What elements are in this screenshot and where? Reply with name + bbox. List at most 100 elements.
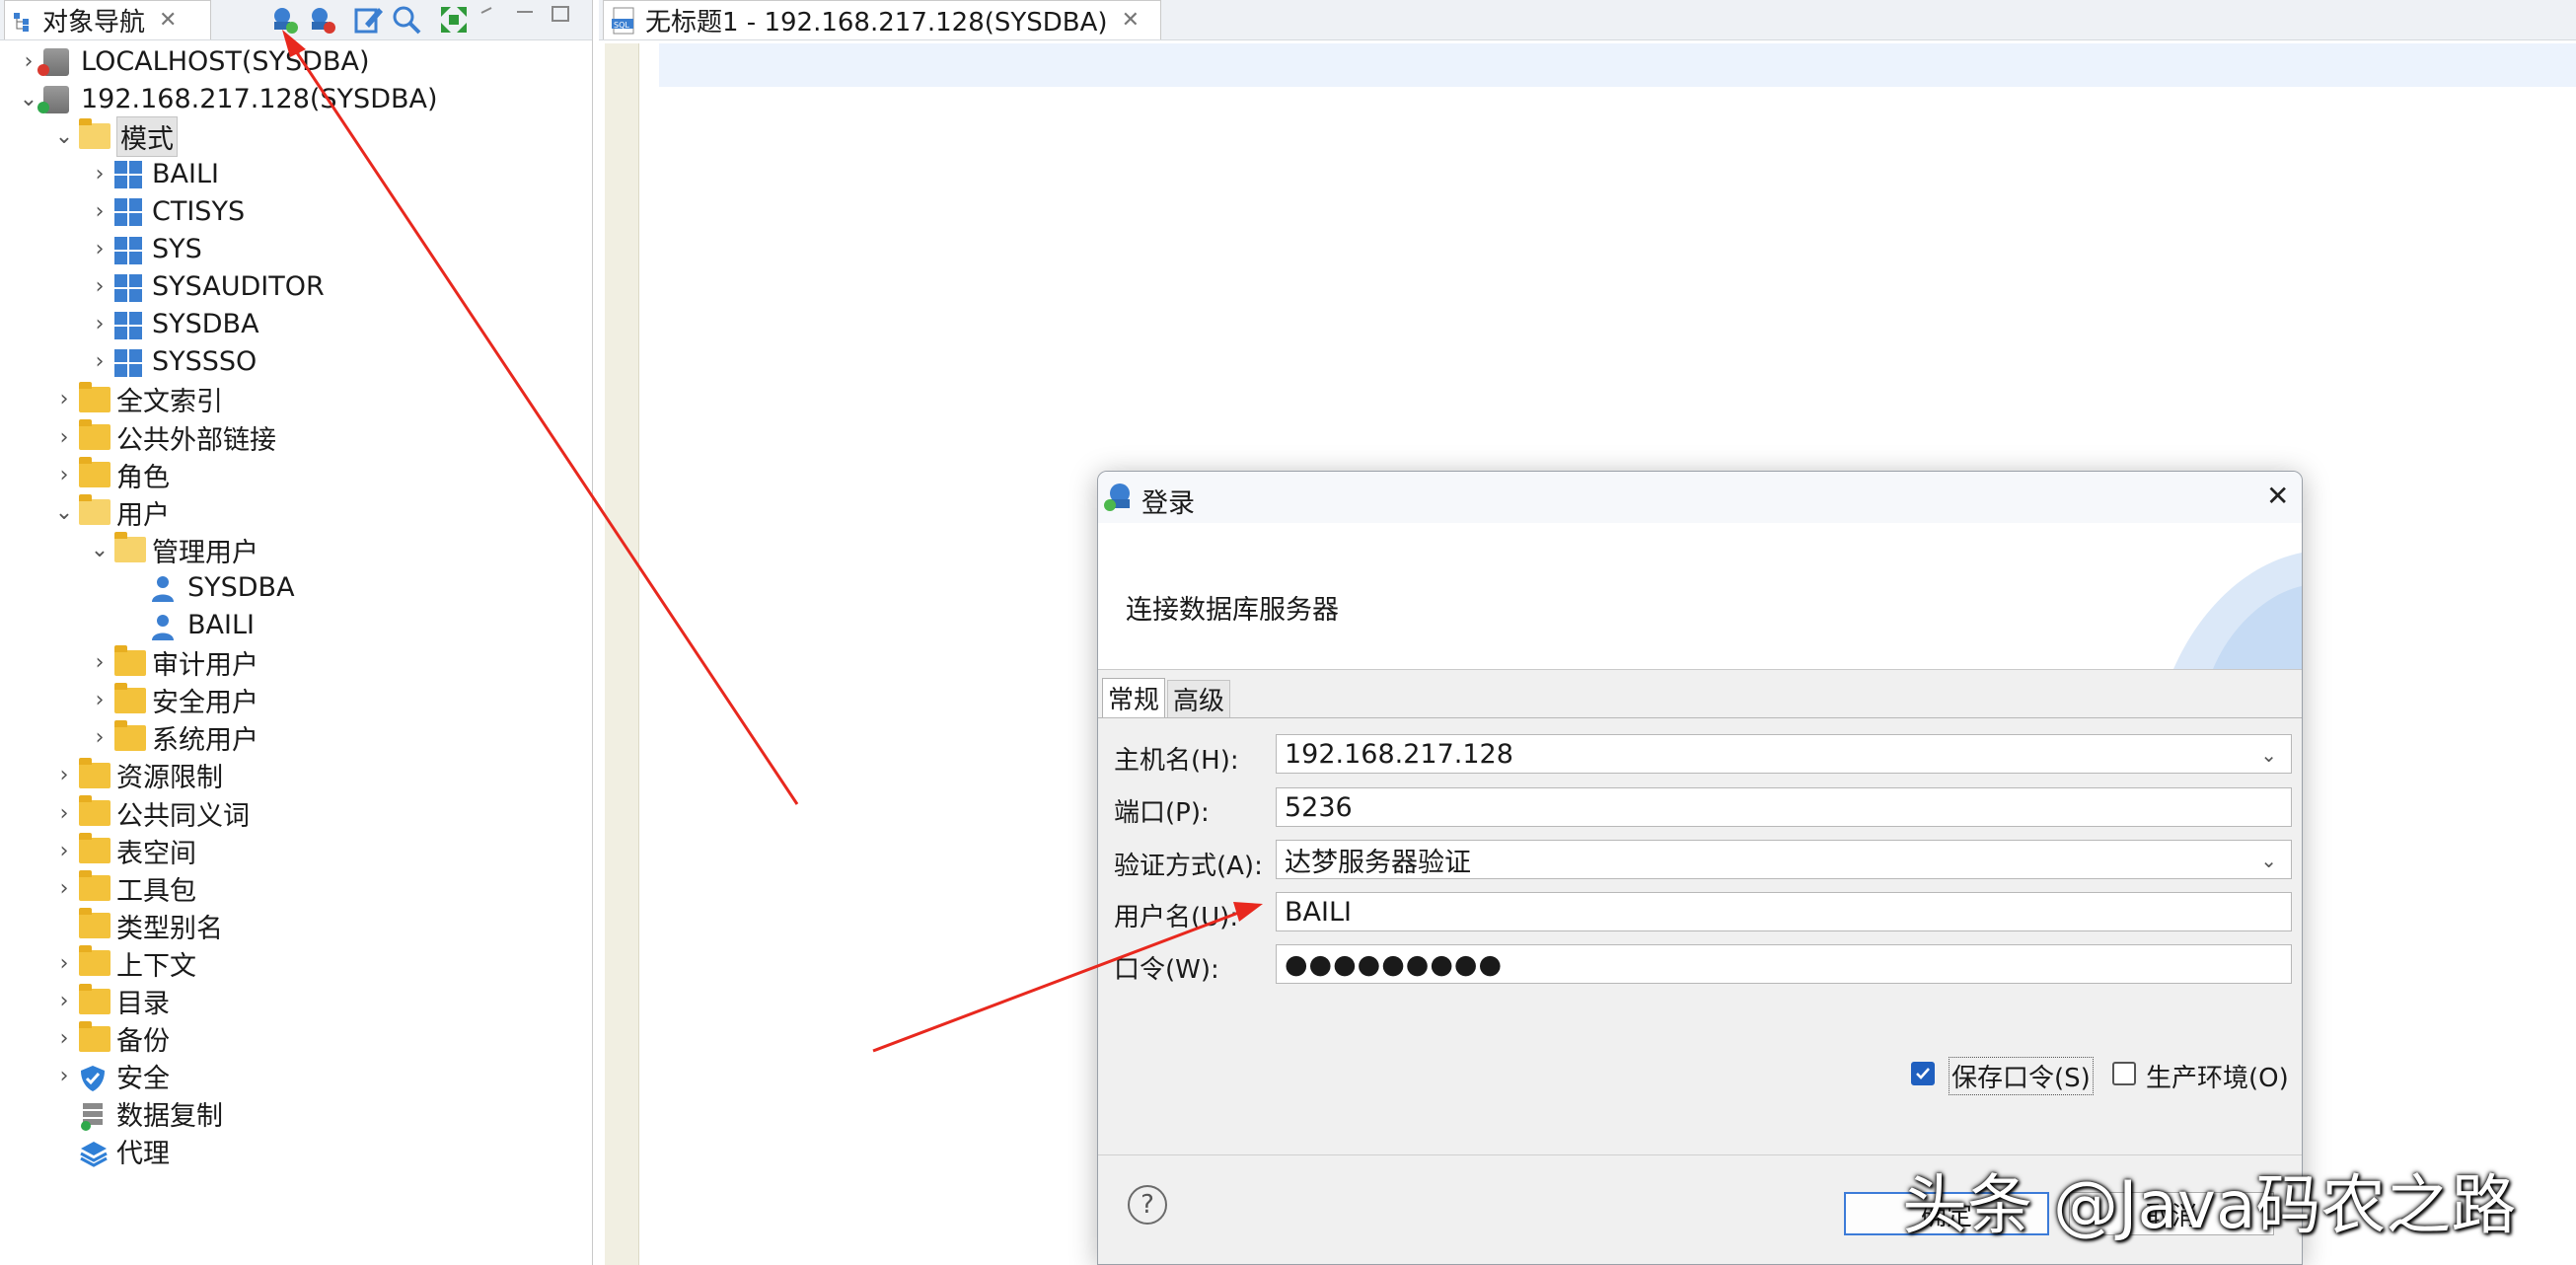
tree-node[interactable]: › 资源限制 [49, 757, 223, 793]
tree-node[interactable]: › SYSAUDITOR [85, 269, 325, 305]
banner-text: 连接数据库服务器 [1126, 595, 1339, 626]
production-env-checkbox[interactable] [2112, 1062, 2136, 1085]
tree-node-label: 安全用户 [152, 688, 258, 719]
dialog-title: 登录 [1141, 488, 1195, 519]
login-icon [1102, 480, 1136, 513]
tree-node[interactable]: › 公共同义词 [49, 795, 250, 832]
tree-node[interactable]: › 备份 [49, 1020, 170, 1058]
tree-node[interactable]: › BAILI [85, 156, 219, 191]
close-icon[interactable]: ✕ [159, 8, 177, 33]
tree-node[interactable]: › 表空间 [49, 833, 196, 869]
tree-node[interactable]: › 安全用户 [85, 682, 258, 719]
chevron-right-icon[interactable]: › [49, 763, 79, 787]
tree-node[interactable]: › LOCALHOST(SYSDBA) [14, 43, 370, 79]
sql-editor-text-area[interactable] [659, 43, 2576, 87]
chevron-right-icon[interactable]: › [49, 876, 79, 901]
chevron-down-icon[interactable]: ⌄ [49, 124, 79, 149]
help-button[interactable]: ? [1128, 1185, 1167, 1225]
tree-node[interactable]: › 上下文 [49, 945, 196, 982]
minimize-icon[interactable] [513, 4, 545, 36]
tree-node[interactable]: BAILI [120, 608, 255, 643]
chevron-right-icon[interactable]: › [49, 801, 79, 826]
chevron-right-icon[interactable]: › [49, 839, 79, 863]
login-dialog: 登录 ✕ 连接数据库服务器 常规 高级 主机名(H): 192.168.217.… [1097, 471, 2303, 1265]
object-navigator-panel: 对象导航 ✕ › LOCALHOST(SYSDBA) ⌄ 192.168.217.12… [0, 0, 593, 1265]
tree-node[interactable]: › 角色 [49, 457, 170, 493]
folder-open-icon [114, 532, 146, 563]
maximize-icon[interactable] [549, 4, 580, 36]
production-env-label[interactable]: 生产环境(O) [2146, 1058, 2289, 1094]
chevron-right-icon[interactable]: › [49, 425, 79, 450]
dialog-close-button[interactable]: ✕ [2266, 480, 2289, 512]
navigator-tab-label: 对象导航 [42, 8, 146, 37]
tree-node[interactable]: 数据复制 [49, 1096, 223, 1132]
tab-content-divider [1098, 717, 2302, 718]
tree-node-label: 备份 [116, 1026, 170, 1058]
disconnect-icon[interactable] [306, 4, 337, 36]
tree-node[interactable]: 类型别名 [49, 908, 223, 944]
tab-general[interactable]: 常规 [1102, 678, 1165, 717]
tab-advanced[interactable]: 高级 [1167, 680, 1230, 717]
close-icon[interactable]: ✕ [1122, 8, 1140, 33]
tree-node[interactable]: › 审计用户 [85, 644, 258, 681]
chevron-right-icon[interactable]: › [49, 989, 79, 1013]
tree-node[interactable]: › 全文索引 [49, 381, 223, 417]
tree-node[interactable]: › 目录 [49, 983, 170, 1019]
folder-icon [114, 719, 146, 751]
save-password-label[interactable]: 保存口令(S) [1949, 1057, 2094, 1095]
tree-node[interactable]: › 安全 [49, 1059, 170, 1094]
port-input[interactable]: 5236 [1276, 787, 2292, 827]
save-password-checkbox[interactable] [1911, 1062, 1935, 1085]
new-connection-icon[interactable] [268, 4, 300, 36]
chevron-right-icon[interactable]: › [85, 650, 114, 675]
chevron-right-icon[interactable]: › [49, 951, 79, 976]
chevron-right-icon[interactable]: › [85, 688, 114, 712]
tab-object-navigator[interactable]: 对象导航 ✕ [4, 0, 211, 39]
tree-node-label: 系统用户 [152, 725, 258, 757]
tree-node-label: 代理 [116, 1139, 170, 1170]
tree-node[interactable]: 代理 [49, 1134, 170, 1169]
host-value: 192.168.217.128 [1285, 738, 1513, 770]
expand-all-icon[interactable] [438, 4, 470, 36]
tree-node[interactable]: › 公共外部链接 [49, 419, 276, 456]
edit-icon[interactable] [353, 4, 385, 36]
host-combobox[interactable]: 192.168.217.128 ⌄ [1276, 734, 2292, 774]
username-input[interactable]: BAILI [1276, 892, 2292, 931]
chevron-down-icon[interactable]: ⌄ [2260, 743, 2277, 767]
tree-node[interactable]: › CTISYS [85, 193, 245, 229]
auth-method-combobox[interactable]: 达梦服务器验证 ⌄ [1276, 840, 2292, 879]
chevron-right-icon[interactable]: › [85, 237, 114, 261]
chevron-down-icon[interactable]: ⌄ [85, 538, 114, 562]
chevron-right-icon[interactable]: › [85, 349, 114, 374]
chevron-right-icon[interactable]: › [49, 1026, 79, 1051]
tree-node-label: SYSDBA [152, 309, 259, 340]
tree-node[interactable]: SYSDBA [120, 569, 295, 605]
tree-node[interactable]: › 工具包 [49, 870, 196, 907]
tree-node-label: BAILI [187, 610, 255, 640]
chevron-right-icon[interactable]: › [49, 387, 79, 411]
tree-node[interactable]: › 系统用户 [85, 719, 258, 757]
chevron-right-icon[interactable]: › [49, 1064, 79, 1088]
chevron-right-icon[interactable]: › [85, 199, 114, 224]
tab-sql-editor[interactable]: SQL 无标题1 - 192.168.217.128(SYSDBA) ✕ [603, 0, 1161, 39]
search-icon[interactable] [391, 4, 422, 36]
tree-node[interactable]: › SYS [85, 232, 202, 267]
chevron-right-icon[interactable]: › [85, 162, 114, 186]
chevron-right-icon[interactable]: › [85, 274, 114, 299]
tree-node[interactable]: ⌄ 用户 [49, 494, 170, 531]
tree-node[interactable]: ⌄ 192.168.217.128(SYSDBA) [14, 81, 438, 116]
schema-icon [114, 161, 146, 189]
chevron-right-icon[interactable]: › [85, 312, 114, 336]
tree-node[interactable]: › SYSSSO [85, 344, 258, 380]
tree-node[interactable]: ⌄ 模式 [49, 115, 178, 157]
tree-node[interactable]: ⌄ 管理用户 [85, 532, 258, 568]
tree-node[interactable]: › SYSDBA [85, 307, 259, 342]
navigator-tabbar: 对象导航 ✕ [0, 0, 592, 40]
chevron-down-icon[interactable]: ⌄ [2260, 849, 2277, 872]
chevron-right-icon[interactable]: › [49, 463, 79, 487]
tree-node-label: SYSAUDITOR [152, 271, 325, 303]
chevron-right-icon[interactable]: › [85, 725, 114, 750]
view-menu-icon[interactable] [478, 4, 509, 36]
chevron-down-icon[interactable]: ⌄ [49, 500, 79, 525]
password-input[interactable]: ●●●●●●●●● [1276, 944, 2292, 984]
